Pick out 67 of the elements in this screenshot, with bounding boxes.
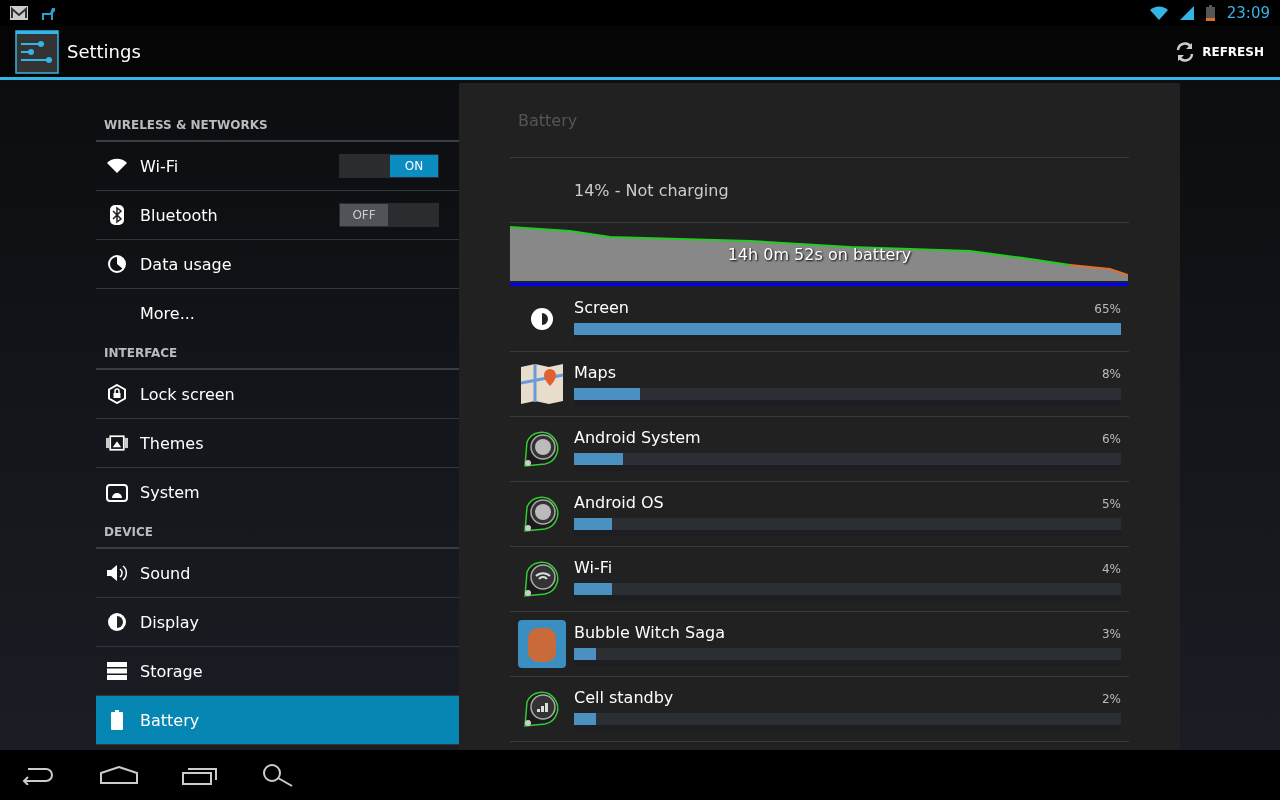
usage-row[interactable]: Wi-Fi 4% xyxy=(510,547,1129,612)
battery-icon xyxy=(111,710,123,730)
settings-icon[interactable] xyxy=(15,29,59,74)
settings-item[interactable]: Data usage xyxy=(96,240,459,289)
home-icon xyxy=(100,766,138,784)
speaker-icon xyxy=(106,563,128,583)
toggle-switch[interactable]: ON xyxy=(339,154,439,178)
wifi-icon xyxy=(1149,6,1168,20)
usage-percent: 4% xyxy=(1101,561,1121,576)
section-header: WIRELESS & NETWORKS xyxy=(96,110,459,142)
bluetooth-icon xyxy=(110,205,124,225)
storage-icon xyxy=(107,662,127,680)
usage-name: Bubble Witch Saga xyxy=(574,622,725,642)
back-icon xyxy=(20,765,56,785)
mail-icon xyxy=(10,6,28,20)
settings-item[interactable]: Lock screen xyxy=(96,370,459,419)
app-icon xyxy=(518,620,566,668)
settings-item[interactable]: System xyxy=(96,468,459,517)
home-button[interactable] xyxy=(100,766,138,784)
android-box-icon xyxy=(106,483,128,502)
brightness-icon xyxy=(530,307,554,331)
usage-name: Screen xyxy=(574,297,629,317)
usage-row[interactable]: Cell standby 2% xyxy=(510,677,1129,742)
settings-item[interactable]: Battery xyxy=(96,696,459,745)
battery-icon xyxy=(1205,5,1215,21)
search-icon xyxy=(262,763,294,787)
settings-item[interactable]: Display xyxy=(96,598,459,647)
recents-icon xyxy=(182,765,218,785)
usage-name: Android System xyxy=(574,427,701,447)
usage-name: Cell standby xyxy=(574,687,674,707)
recents-button[interactable] xyxy=(182,765,218,785)
usage-name: Android OS xyxy=(574,492,664,512)
toggle-switch[interactable]: OFF xyxy=(339,203,439,227)
usage-name: Maps xyxy=(574,362,617,382)
brightness-icon xyxy=(107,612,127,632)
search-button[interactable] xyxy=(262,763,294,787)
usage-percent: 2% xyxy=(1101,691,1121,706)
map-icon xyxy=(520,363,564,405)
usage-percent: 8% xyxy=(1101,366,1121,381)
usage-row[interactable]: Bubble Witch Saga 3% xyxy=(510,612,1129,677)
history-label: 14h 0m 52s on battery xyxy=(726,245,913,264)
usage-percent: 3% xyxy=(1101,626,1121,641)
usage-row[interactable]: Android System 6% xyxy=(510,417,1129,482)
clock-text: 23:09 xyxy=(1226,4,1270,22)
signal-icon xyxy=(1179,6,1194,20)
usage-percent: 5% xyxy=(1101,496,1121,511)
battery-status: 14% - Not charging xyxy=(510,158,1129,223)
settings-item[interactable]: Bluetooth OFF xyxy=(96,191,459,240)
wifi-icon xyxy=(107,158,127,174)
usage-percent: 6% xyxy=(1101,431,1121,446)
pie-icon xyxy=(108,255,126,273)
lock-icon xyxy=(107,384,127,404)
usage-row[interactable]: Android OS 5% xyxy=(510,482,1129,547)
settings-item[interactable]: More... xyxy=(96,289,459,338)
usage-name: Wi-Fi xyxy=(574,557,613,577)
refresh-button[interactable]: REFRESH xyxy=(1170,36,1268,67)
app-title: Settings xyxy=(67,41,141,62)
back-button[interactable] xyxy=(20,765,56,785)
section-header: INTERFACE xyxy=(96,338,459,370)
settings-item[interactable]: Sound xyxy=(96,549,459,598)
picture-icon xyxy=(106,434,128,452)
usage-percent: 65% xyxy=(1094,301,1121,316)
settings-item[interactable]: Themes xyxy=(96,419,459,468)
settings-item[interactable]: Wi-Fi ON xyxy=(96,142,459,191)
usage-row[interactable]: Screen 65% xyxy=(510,287,1129,352)
section-header: DEVICE xyxy=(96,517,459,549)
usage-row[interactable]: Maps 8% xyxy=(510,352,1129,417)
